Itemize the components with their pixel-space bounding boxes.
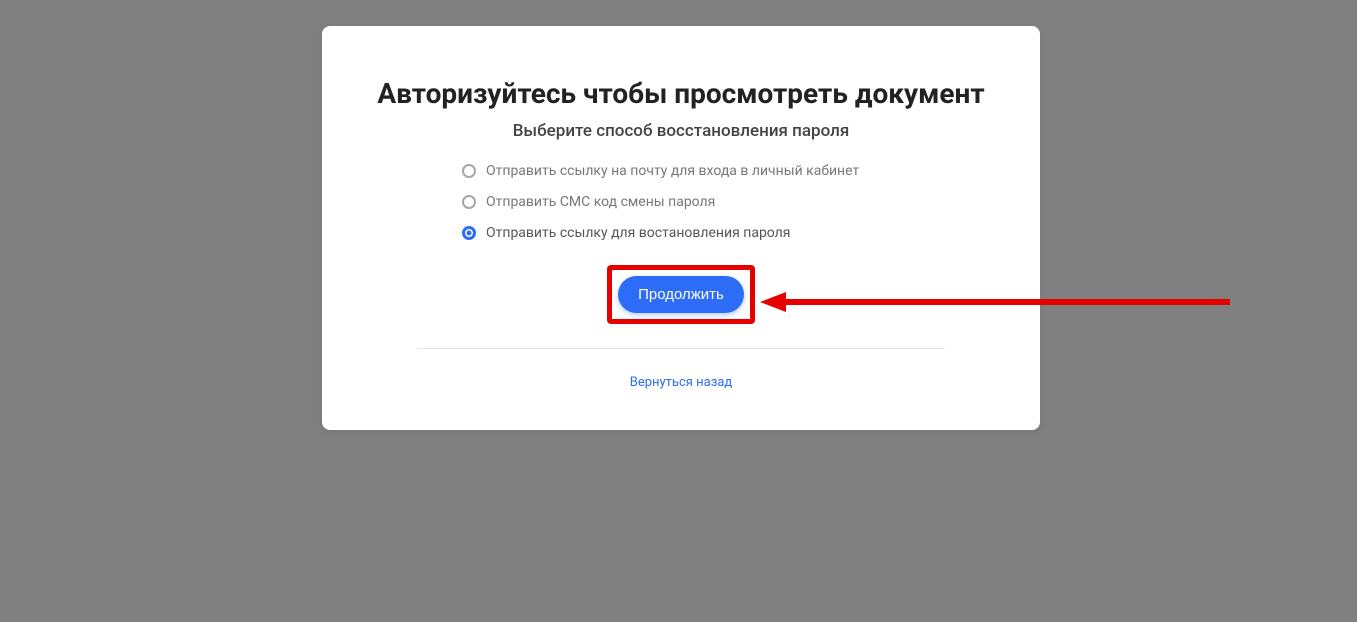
button-container: Продолжить bbox=[372, 265, 990, 324]
annotation-highlight-box: Продолжить bbox=[607, 265, 755, 324]
auth-recovery-card: Авторизуйтесь чтобы просмотреть документ… bbox=[322, 26, 1040, 430]
recovery-options: Отправить ссылку на почту для входа в ли… bbox=[372, 163, 990, 241]
radio-icon bbox=[462, 195, 476, 209]
radio-icon bbox=[462, 226, 476, 240]
option-email-link[interactable]: Отправить ссылку на почту для входа в ли… bbox=[462, 163, 990, 179]
back-link[interactable]: Вернуться назад bbox=[630, 375, 733, 390]
card-title: Авторизуйтесь чтобы просмотреть документ bbox=[372, 76, 990, 111]
option-sms-code[interactable]: Отправить СМС код смены пароля bbox=[462, 194, 990, 210]
back-link-container: Вернуться назад bbox=[372, 371, 990, 390]
option-label: Отправить ссылку на почту для входа в ли… bbox=[486, 163, 859, 179]
divider bbox=[417, 348, 945, 349]
option-label: Отправить ссылку для востановления парол… bbox=[486, 225, 790, 241]
continue-button[interactable]: Продолжить bbox=[618, 276, 744, 313]
option-label: Отправить СМС код смены пароля bbox=[486, 194, 715, 210]
radio-icon bbox=[462, 164, 476, 178]
option-recovery-link[interactable]: Отправить ссылку для востановления парол… bbox=[462, 225, 990, 241]
card-subtitle: Выберите способ восстановления пароля bbox=[372, 121, 990, 141]
